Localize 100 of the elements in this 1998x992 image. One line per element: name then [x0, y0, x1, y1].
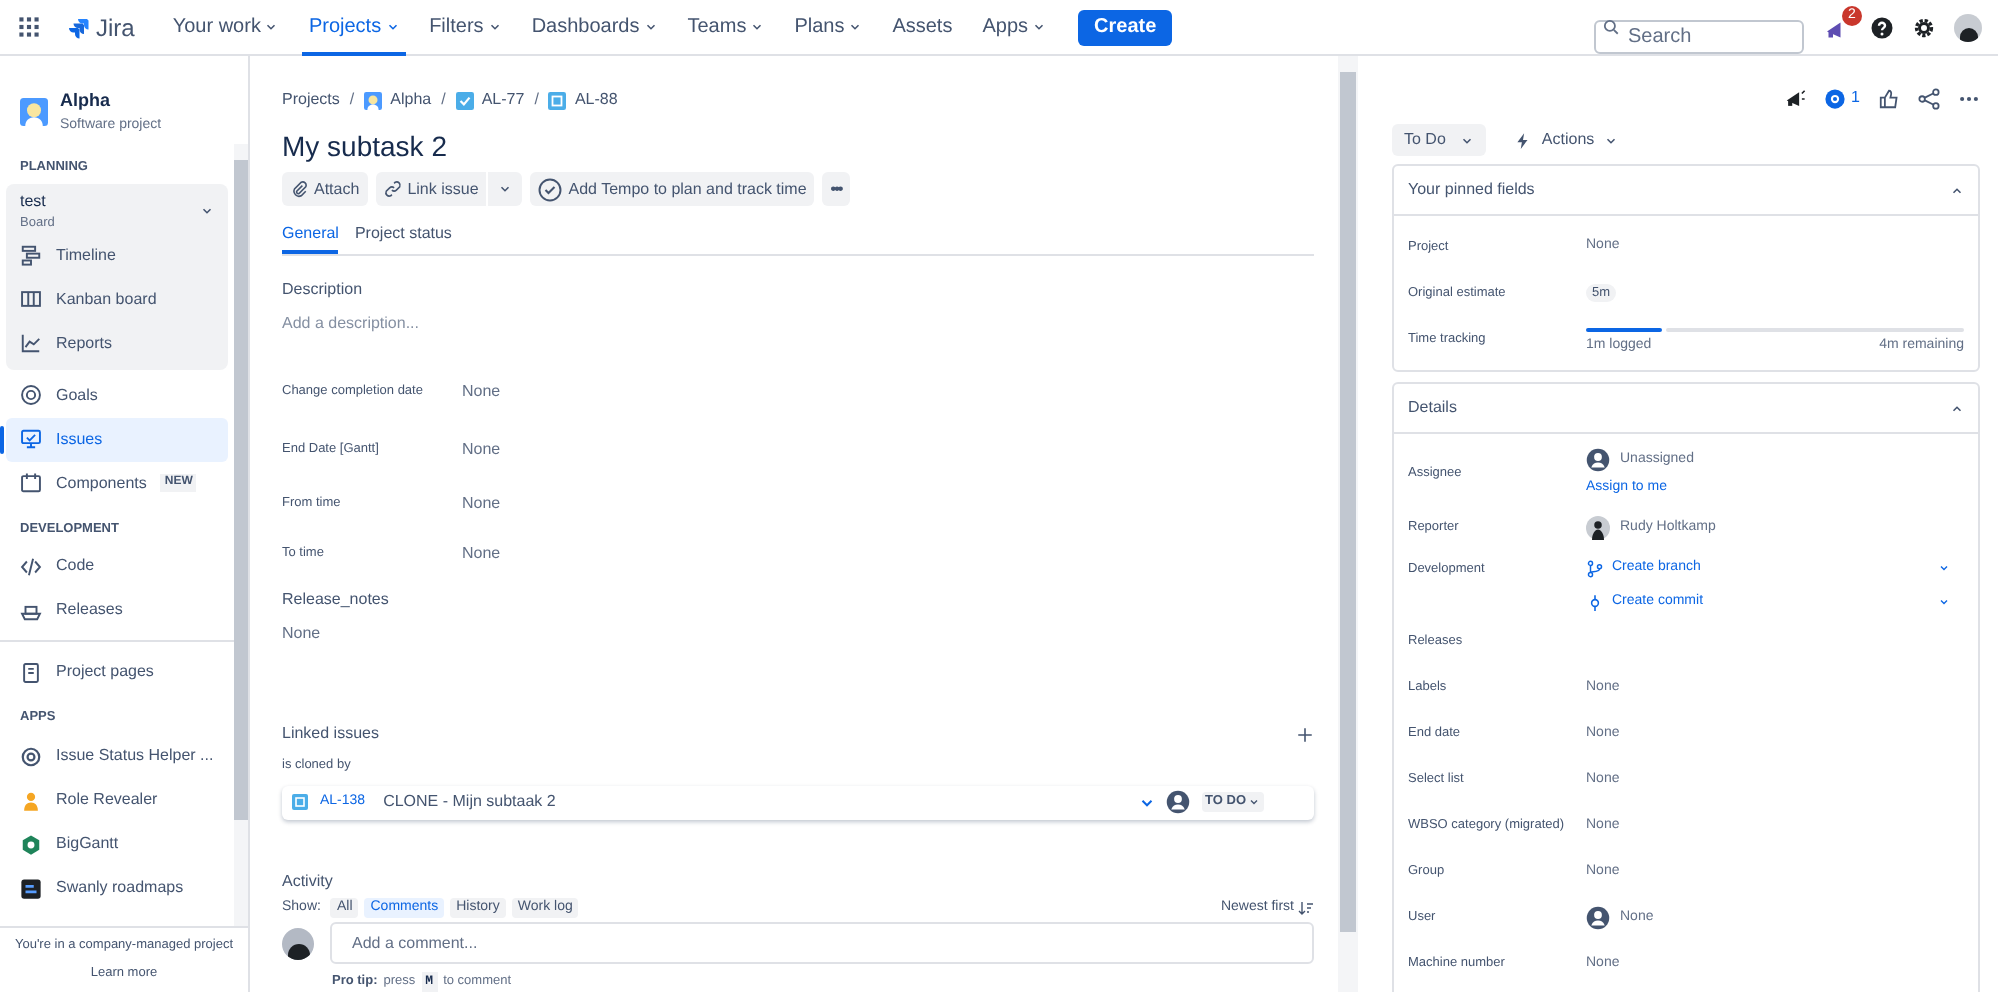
sidebar-item[interactable]: Kanban board — [6, 277, 228, 321]
board-name: test — [20, 189, 48, 214]
field-value[interactable]: None — [282, 622, 1314, 646]
breadcrumb-link[interactable]: Alpha — [364, 88, 432, 112]
sidebar-item-label: Swanly roadmaps — [56, 876, 184, 900]
tab[interactable]: Project status — [354, 222, 452, 254]
field-value[interactable]: None — [462, 379, 501, 403]
settings-icon[interactable] — [1912, 15, 1936, 39]
chevron-up-icon — [1950, 183, 1964, 197]
jira-logo-text[interactable]: Jira — [96, 9, 135, 45]
figure-icon — [20, 789, 42, 811]
avatar-placeholder-icon — [1586, 448, 1610, 472]
watch-button[interactable]: 1 — [1823, 86, 1860, 110]
sidebar-item[interactable]: Issues — [6, 417, 228, 461]
chevron-down-icon — [1248, 796, 1260, 809]
panel-header[interactable]: Your pinned fields — [1394, 166, 1978, 216]
nav-menu-item[interactable]: Dashboards — [521, 0, 668, 55]
section-title: Activity — [282, 869, 335, 894]
sidebar-item-label: Reports — [56, 331, 113, 355]
app-grid-icon[interactable] — [18, 16, 40, 38]
project-name: Alpha — [60, 88, 113, 114]
breadcrumb-separator: / — [534, 88, 539, 112]
chevron-down-icon[interactable] — [200, 204, 214, 219]
add-icon[interactable] — [1296, 725, 1314, 743]
search-field[interactable]: Search — [1594, 20, 1804, 54]
nav-menu-item[interactable]: Teams — [677, 0, 775, 55]
target-icon — [20, 384, 42, 406]
toolbar-button[interactable]: Link issue — [375, 172, 487, 206]
sidebar-item[interactable]: Reports — [6, 321, 228, 365]
timeline-icon — [20, 244, 42, 266]
sidebar-item-label: Code — [56, 554, 95, 579]
nav-menu-item[interactable]: Your work — [162, 0, 289, 55]
comment-field[interactable]: Add a comment... — [330, 922, 1314, 965]
subtask-icon — [548, 91, 567, 109]
breadcrumb-separator: / — [441, 88, 446, 112]
avatar-placeholder-icon — [1586, 906, 1610, 930]
nav-menu-item[interactable]: Projects — [298, 0, 410, 55]
section-title: Linked issues — [282, 722, 379, 746]
scrollbar-thumb[interactable] — [234, 160, 248, 820]
sidebar-item[interactable]: Releases — [6, 588, 228, 633]
more-button[interactable]: ••• — [822, 172, 850, 206]
actions-dropdown[interactable]: Actions — [1513, 128, 1619, 152]
breadcrumb-link[interactable]: AL-77 — [455, 88, 525, 112]
chevron-down-icon[interactable] — [1938, 596, 1950, 608]
page-icon — [20, 661, 42, 684]
sidebar-item[interactable]: BigGantt — [6, 822, 228, 866]
scrollbar-thumb[interactable] — [1340, 72, 1356, 932]
thumbs-up-icon[interactable] — [1878, 87, 1900, 109]
breadcrumb-separator: / — [349, 88, 355, 112]
create-button[interactable]: Create — [1078, 9, 1173, 45]
nav-menu-item[interactable]: Assets — [882, 0, 963, 55]
sidebar-item-label: BigGantt — [56, 832, 119, 856]
nav-menu-item[interactable]: Filters — [419, 0, 512, 55]
toolbar-button[interactable]: Add Tempo to plan and track time — [530, 172, 815, 206]
field-label: Release_notes — [282, 588, 391, 612]
user-avatar[interactable] — [1954, 13, 1982, 41]
status-dropdown[interactable]: To Do — [1392, 124, 1486, 156]
chevron-down-icon[interactable] — [1938, 562, 1950, 574]
columns-icon — [20, 288, 42, 310]
nav-menu-item[interactable]: Plans — [784, 0, 873, 55]
sidebar-item[interactable]: Project pages — [6, 650, 228, 695]
sidebar-item-label: Issues — [56, 427, 103, 451]
lightning-icon — [1513, 131, 1532, 149]
field-value[interactable]: None — [462, 491, 501, 515]
field-value[interactable]: None — [462, 541, 501, 565]
panel-title: Your pinned fields — [1408, 178, 1535, 202]
eye-icon — [1823, 87, 1846, 109]
commit-icon — [1586, 593, 1604, 611]
sidebar-item[interactable]: Timeline — [6, 233, 228, 277]
help-icon[interactable] — [1870, 15, 1894, 39]
sidebar-item-label: Kanban board — [56, 287, 157, 311]
chevron-down-icon — [1604, 133, 1619, 147]
sidebar-item-label: Goals — [56, 383, 98, 407]
sidebar-item[interactable]: Swanly roadmaps — [6, 866, 228, 910]
sidebar-item[interactable]: Goals — [6, 373, 228, 417]
sidebar-item-label: Releases — [56, 598, 123, 623]
app-tile-icon — [20, 877, 42, 899]
breadcrumb-link[interactable]: AL-88 — [548, 88, 618, 112]
megaphone-icon[interactable] — [1783, 87, 1806, 109]
issue-summary: CLONE - Mijn subtaak 2 — [383, 790, 558, 815]
project-avatar-icon — [20, 98, 48, 126]
field-value[interactable]: None — [462, 437, 501, 461]
sidebar-item-label: Role Revealer — [56, 788, 158, 812]
panel-header[interactable]: Details — [1394, 384, 1978, 434]
tab[interactable]: General — [282, 222, 339, 254]
sidebar-item[interactable]: Code — [6, 544, 228, 589]
sidebar-item-label: Issue Status Helper ... — [56, 744, 214, 768]
toolbar-button[interactable]: Attach — [282, 172, 368, 206]
avatar-placeholder-icon — [1165, 790, 1190, 815]
share-icon[interactable] — [1918, 87, 1940, 109]
chevron-down-icon — [498, 182, 513, 196]
line-chart-icon — [20, 332, 42, 354]
checkbox-icon — [455, 91, 474, 109]
sidebar-item[interactable]: Issue Status Helper ... — [6, 734, 228, 778]
breadcrumb-link[interactable]: Projects — [282, 88, 340, 112]
nav-menu-item[interactable]: Apps — [972, 0, 1057, 55]
chevron-up-icon — [1950, 401, 1964, 415]
issue-title: My subtask 2 — [282, 128, 449, 164]
sidebar-item[interactable]: Role Revealer — [6, 778, 228, 822]
subtask-icon — [292, 794, 308, 811]
